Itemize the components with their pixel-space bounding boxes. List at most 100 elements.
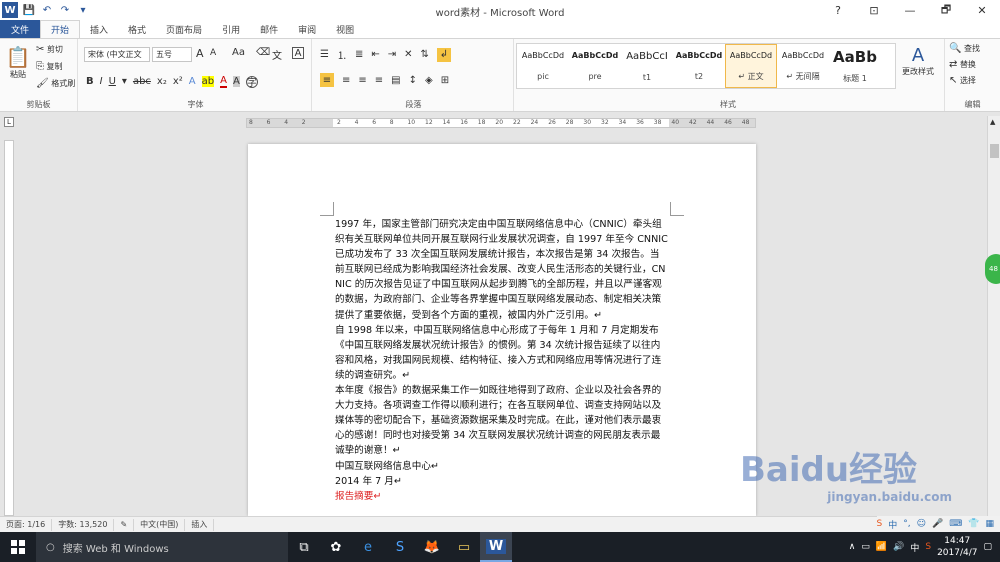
scroll-up-icon[interactable]: ▲ xyxy=(990,118,995,126)
borders-icon[interactable]: ⊞ xyxy=(441,75,449,86)
italic-icon[interactable]: I xyxy=(100,76,103,87)
sogou-logo-icon[interactable]: S xyxy=(877,519,883,529)
style-normal[interactable]: AaBbCcDd ↵ 正文 xyxy=(725,44,777,88)
document-page[interactable]: 1997 年，国家主管部门研究决定由中国互联网络信息中心（CNNIC）牵头组织有… xyxy=(248,144,756,516)
pinwheel-app-icon[interactable]: ✿ xyxy=(320,532,352,562)
document-body[interactable]: 1997 年，国家主管部门研究决定由中国互联网络信息中心（CNNIC）牵头组织有… xyxy=(335,217,669,504)
copy-button[interactable]: ⎘ 复制 xyxy=(36,61,63,72)
underline-icon[interactable]: U xyxy=(109,76,116,87)
bold-icon[interactable]: B xyxy=(86,76,94,87)
word-taskbar-icon[interactable]: W xyxy=(480,532,512,562)
cut-button[interactable]: ✂ 剪切 xyxy=(36,44,63,55)
ime-lang-icon[interactable]: 中 xyxy=(888,518,897,531)
increase-indent-icon[interactable]: ⇥ xyxy=(388,49,396,60)
tab-view[interactable]: 视图 xyxy=(326,20,364,38)
task-view-icon[interactable]: ⧉ xyxy=(288,532,320,562)
replace-button[interactable]: ⇄ 替换 xyxy=(949,59,976,70)
tab-insert[interactable]: 插入 xyxy=(80,20,118,38)
highlight-icon[interactable]: ab xyxy=(201,76,215,87)
char-shading-icon[interactable]: A xyxy=(232,76,240,87)
subscript-icon[interactable]: x₂ xyxy=(157,76,167,87)
scroll-thumb[interactable] xyxy=(990,144,999,158)
language[interactable]: 中文(中国) xyxy=(134,518,186,531)
distributed-icon[interactable]: ▤ xyxy=(391,75,400,86)
sort-icon[interactable]: ⇅ xyxy=(421,49,429,60)
bullets-icon[interactable]: ☰ xyxy=(320,49,329,60)
grow-font-button[interactable]: A xyxy=(196,47,204,60)
ime-tools-icon[interactable]: ▦ xyxy=(985,519,994,529)
style-no-spacing[interactable]: AaBbCcDd ↵ 无间隔 xyxy=(777,44,829,88)
taskbar-search[interactable]: ○ 搜索 Web 和 Windows xyxy=(36,532,288,562)
sogou-browser-icon[interactable]: S xyxy=(384,532,416,562)
style-heading1[interactable]: AaBb 标题 1 xyxy=(829,44,881,88)
tab-selector-icon[interactable]: L xyxy=(4,117,14,127)
enclose-char-icon[interactable]: 字 xyxy=(245,75,258,89)
network-icon[interactable]: 📶 xyxy=(876,542,887,552)
style-pic[interactable]: AaBbCcDd pic xyxy=(517,44,569,88)
decrease-indent-icon[interactable]: ⇤ xyxy=(371,49,379,60)
start-button[interactable] xyxy=(0,532,36,562)
paste-button[interactable]: 📋 粘贴 xyxy=(6,45,31,80)
multilevel-list-icon[interactable]: ≣ xyxy=(355,49,363,60)
style-pre[interactable]: AaBbCcDd pre xyxy=(569,44,621,88)
tab-mailings[interactable]: 邮件 xyxy=(250,20,288,38)
tab-file[interactable]: 文件 xyxy=(0,20,40,38)
chinese-layout-icon[interactable]: ✕ xyxy=(404,49,412,60)
ime-punct-icon[interactable]: °, xyxy=(903,519,910,529)
style-t1[interactable]: AaBbCcI t1 xyxy=(621,44,673,88)
font-size-select[interactable]: 五号 xyxy=(152,47,192,62)
phonetic-guide-button[interactable]: 文 xyxy=(272,47,282,62)
change-case-button[interactable]: Aa xyxy=(232,47,245,58)
ime-keyboard-icon[interactable]: ⌨ xyxy=(949,519,962,529)
show-marks-icon[interactable]: ↲ xyxy=(436,47,451,62)
tab-format[interactable]: 格式 xyxy=(118,20,156,38)
justify-icon[interactable]: ≡ xyxy=(375,75,383,86)
underline-dropdown-icon[interactable]: ▾ xyxy=(122,76,127,87)
notifications-icon[interactable]: ▢ xyxy=(983,542,992,552)
find-button[interactable]: 🔍 查找 xyxy=(949,43,980,54)
fox-app-icon[interactable]: 🦊 xyxy=(416,532,448,562)
side-float-badge[interactable]: 48 xyxy=(985,254,1000,284)
numbering-icon[interactable]: ⒈ xyxy=(337,47,347,62)
align-left-icon[interactable]: ≡ xyxy=(320,73,334,87)
line-spacing-icon[interactable]: ↕ xyxy=(409,75,417,86)
tab-references[interactable]: 引用 xyxy=(212,20,250,38)
tab-page-layout[interactable]: 页面布局 xyxy=(156,20,212,38)
restore-button[interactable]: 🗗 xyxy=(928,0,964,20)
superscript-icon[interactable]: x² xyxy=(173,76,183,87)
text-effects-icon[interactable]: A xyxy=(189,76,196,87)
ime-skin-icon[interactable]: 👕 xyxy=(968,519,979,529)
page-count[interactable]: 页面: 1/16 xyxy=(0,518,53,531)
close-button[interactable]: ✕ xyxy=(964,0,1000,20)
clear-format-button[interactable]: ⌫ xyxy=(256,47,270,58)
format-painter-button[interactable]: 🖌 格式刷 xyxy=(36,78,75,89)
ime-emoji-icon[interactable]: ☺ xyxy=(917,519,926,529)
file-explorer-icon[interactable]: ▭ xyxy=(448,532,480,562)
tab-home[interactable]: 开始 xyxy=(40,20,81,38)
vertical-ruler[interactable] xyxy=(4,140,14,516)
sogou-tray-icon[interactable]: S xyxy=(925,542,931,552)
font-color-icon[interactable]: A xyxy=(220,75,227,88)
minimize-button[interactable]: — xyxy=(892,0,928,20)
edge-icon[interactable]: e xyxy=(352,532,384,562)
shading-icon[interactable]: ◈ xyxy=(425,75,433,86)
battery-icon[interactable]: ▭ xyxy=(861,542,870,552)
volume-icon[interactable]: 🔊 xyxy=(893,542,904,552)
vertical-scrollbar[interactable]: ▲ xyxy=(987,116,1000,516)
proofing-icon[interactable]: ✎ xyxy=(114,518,135,531)
ime-indicator[interactable]: 中 xyxy=(910,541,919,554)
change-styles-button[interactable]: A 更改样式 xyxy=(897,45,939,77)
tray-chevron-icon[interactable]: ∧ xyxy=(849,542,856,552)
align-center-icon[interactable]: ≡ xyxy=(342,75,350,86)
ribbon-display-icon[interactable]: ⊡ xyxy=(856,0,892,20)
shrink-font-button[interactable]: A xyxy=(210,48,216,58)
align-right-icon[interactable]: ≡ xyxy=(358,75,366,86)
horizontal-ruler[interactable]: 8 6 4 2 2 4 6 8 10 12 14 16 18 20 22 24 26 28 30 32 34 36 38 40… xyxy=(246,118,756,128)
strikethrough-icon[interactable]: abc xyxy=(133,76,151,87)
word-count[interactable]: 字数: 13,520 xyxy=(52,518,115,531)
tab-review[interactable]: 审阅 xyxy=(288,20,326,38)
insert-mode[interactable]: 插入 xyxy=(185,518,215,531)
style-t2[interactable]: AaBbCcDd t2 xyxy=(673,44,725,88)
help-icon[interactable]: ? xyxy=(820,0,856,20)
ime-voice-icon[interactable]: 🎤 xyxy=(932,519,943,529)
